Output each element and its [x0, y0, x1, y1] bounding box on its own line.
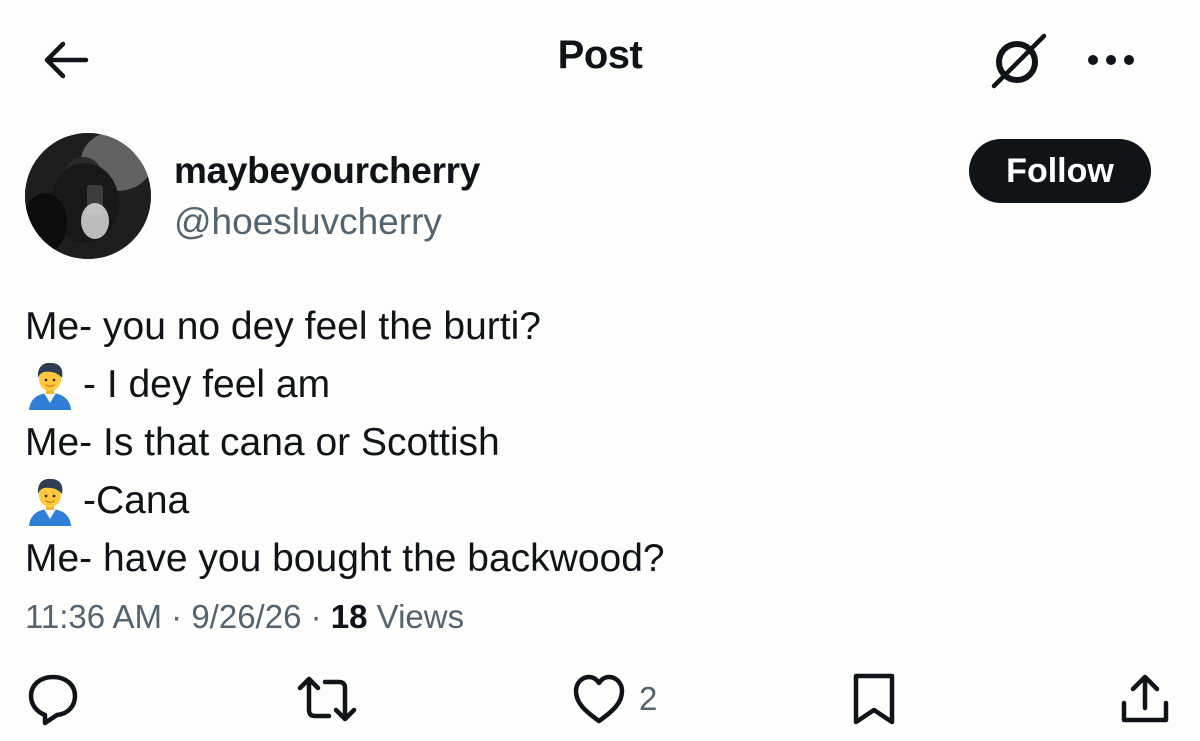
reply-icon — [28, 674, 78, 726]
like-button[interactable]: 2 — [571, 672, 657, 726]
views-label[interactable]: Views — [377, 598, 464, 635]
views-count[interactable]: 18 — [331, 598, 368, 635]
bookmark-icon — [853, 673, 895, 725]
avatar-photo — [25, 133, 151, 259]
post-line: Me- have you bought the backwood? — [25, 530, 665, 588]
post-line-text: -Cana — [83, 479, 190, 522]
grok-button[interactable] — [988, 30, 1050, 90]
post-date: 9/26/26 — [191, 598, 302, 635]
meta-separator: · — [310, 598, 322, 635]
grok-slash-circle-icon — [991, 33, 1047, 89]
post-line: -Cana — [25, 472, 665, 530]
post-meta: 11:36 AM · 9/26/26 · 18 Views — [25, 598, 464, 636]
reply-button[interactable] — [25, 672, 81, 726]
post-detail-screen: Post maybeyourcherry @hoesluvcherry Foll… — [0, 0, 1200, 741]
post-line: Me- you no dey feel the burti? — [25, 298, 665, 356]
author-handle[interactable]: @hoesluvcherry — [174, 201, 442, 243]
bookmark-button[interactable] — [848, 672, 900, 726]
repost-button[interactable] — [296, 672, 358, 726]
man-emoji-icon — [29, 362, 71, 410]
like-icon — [573, 674, 625, 724]
share-button[interactable] — [1117, 672, 1173, 726]
post-time: 11:36 AM — [25, 598, 162, 635]
author-display-name[interactable]: maybeyourcherry — [174, 150, 480, 192]
post-line: - I dey feel am — [25, 356, 665, 414]
more-horizontal-icon — [1088, 55, 1134, 65]
post-line-text: - I dey feel am — [83, 363, 331, 406]
meta-separator: · — [171, 598, 183, 635]
man-emoji-icon — [29, 478, 71, 526]
avatar[interactable] — [25, 133, 151, 259]
post-line-text: Me- Is that cana or Scottish — [25, 421, 500, 464]
follow-button[interactable]: Follow — [969, 139, 1151, 203]
repost-icon — [297, 676, 357, 722]
post-text: Me- you no dey feel the burti? - I dey f… — [25, 298, 665, 588]
like-count: 2 — [639, 680, 658, 717]
share-icon — [1121, 674, 1169, 723]
post-line-text: Me- you no dey feel the burti? — [25, 305, 541, 348]
post-line-text: Me- have you bought the backwood? — [25, 537, 665, 580]
more-options-button[interactable] — [1080, 42, 1142, 78]
post-line: Me- Is that cana or Scottish — [25, 414, 665, 472]
